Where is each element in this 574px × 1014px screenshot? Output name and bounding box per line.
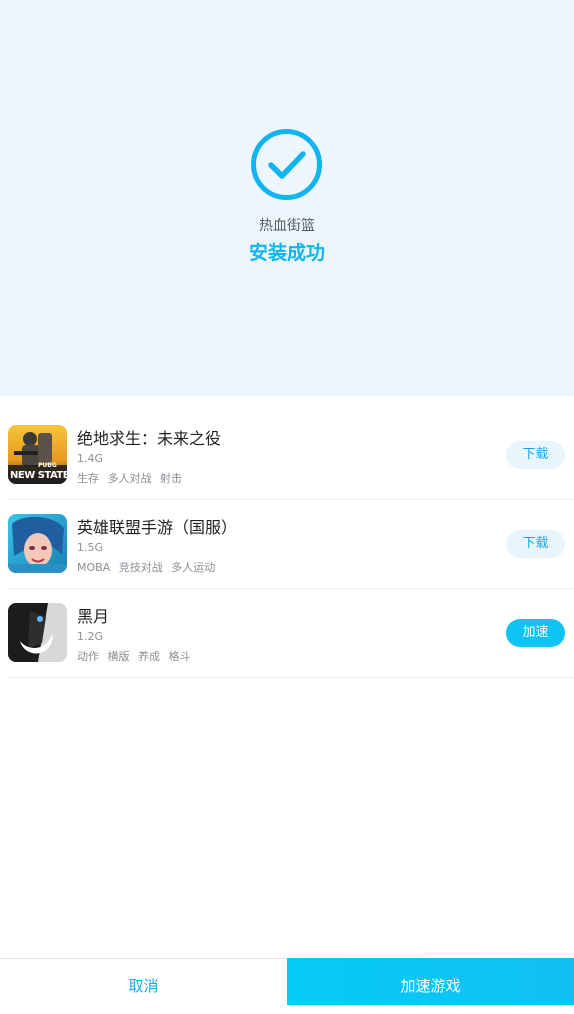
check-circle-icon [251, 129, 322, 200]
game-tag: 多人运动 [171, 561, 216, 574]
game-tags: MOBA 竞技对战 多人运动 [77, 559, 220, 575]
installed-app-name: 热血街篮 [259, 218, 315, 234]
game-tag: MOBA [77, 561, 111, 574]
download-button[interactable]: 下载 [506, 530, 565, 558]
game-title: 黑月 [77, 607, 110, 626]
game-title: 绝地求生：未来之役 [77, 429, 222, 448]
game-tag: 养成 [138, 650, 160, 663]
game-tag: 动作 [77, 650, 99, 663]
bottom-action-bar: 取消 加速游戏 [0, 958, 574, 1005]
game-size: 1.2G [77, 630, 104, 643]
install-result-panel: 热血街篮 安装成功 [0, 0, 574, 396]
game-size: 1.5G [77, 541, 104, 554]
accelerate-game-button[interactable]: 加速游戏 [287, 958, 574, 1005]
game-tags: 生存 多人对战 射击 [77, 470, 187, 486]
game-tags: 动作 横版 养成 格斗 [77, 648, 196, 664]
accelerate-button[interactable]: 加速 [506, 619, 565, 647]
list-item[interactable]: 黑月 1.2G 动作 横版 养成 格斗 加速 [8, 589, 574, 678]
game-tag: 射击 [160, 472, 182, 485]
game-tag: 生存 [77, 472, 99, 485]
game-tag: 多人对战 [107, 472, 152, 485]
install-status-text: 安装成功 [248, 242, 325, 264]
game-size: 1.4G [77, 452, 104, 465]
game-thumbnail-pubg: PUBG NEW STATE [8, 425, 67, 484]
thumb-badge: PUBG [38, 462, 57, 469]
download-button[interactable]: 下载 [506, 441, 565, 469]
list-item[interactable]: 英雄联盟手游（国服） 1.5G MOBA 竞技对战 多人运动 下载 [8, 500, 574, 589]
list-item[interactable]: PUBG NEW STATE 绝地求生：未来之役 1.4G 生存 多人对战 射击… [8, 411, 574, 500]
game-title: 英雄联盟手游（国服） [77, 518, 238, 537]
game-tag: 格斗 [168, 650, 191, 663]
game-thumbnail-lol [8, 514, 67, 573]
game-tag: 竞技对战 [118, 561, 163, 574]
game-tag: 横版 [107, 650, 130, 663]
cancel-button[interactable]: 取消 [0, 959, 287, 1005]
thumb-title: NEW STATE [10, 470, 67, 481]
recommended-games-list: PUBG NEW STATE 绝地求生：未来之役 1.4G 生存 多人对战 射击… [0, 411, 574, 678]
game-thumbnail-heiyue [8, 603, 67, 662]
